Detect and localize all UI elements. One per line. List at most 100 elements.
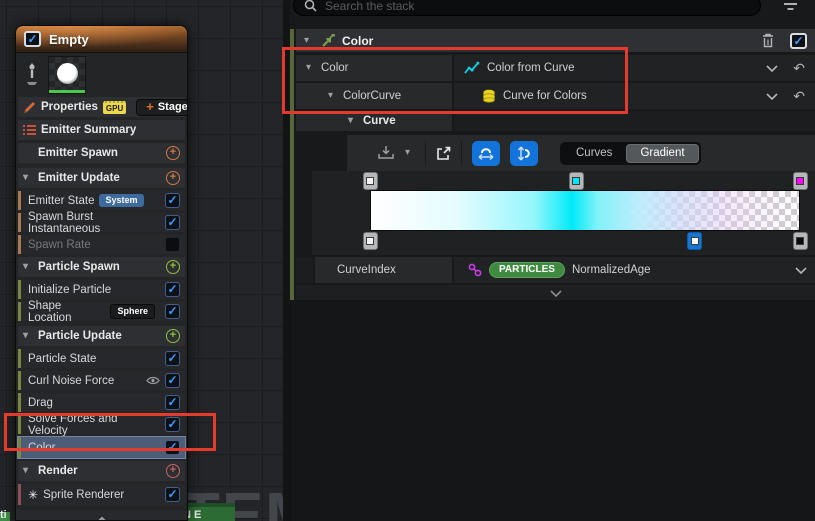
add-stage-button[interactable]: + Stage [136,99,188,116]
emitter-node-header[interactable]: ✓ Empty [16,26,187,53]
search-icon [304,0,317,12]
fit-vertical-button[interactable] [510,141,538,166]
expand-arrow-icon[interactable]: ▾ [23,262,33,272]
search-input[interactable] [323,0,750,14]
template-icon[interactable] [377,145,395,161]
module-enabled-checkbox[interactable]: ✓ [165,193,180,208]
fit-horizontal-button[interactable] [472,141,500,166]
module-enabled-checkbox[interactable]: ✓ [165,304,180,319]
add-module-button[interactable]: + [166,260,180,274]
expand-arrow-icon[interactable]: ▾ [23,331,33,341]
stack-module-emitter-state[interactable]: Emitter State System ✓ [18,191,185,210]
chevron-down-icon[interactable] [766,65,778,72]
stack-group-particle-spawn[interactable]: ▾ Particle Spawn + [18,257,185,277]
gradient-color-stop[interactable] [363,172,378,190]
stack-module-spawn-rate[interactable]: Spawn Rate [18,235,185,254]
gradient-alpha-stop[interactable] [687,232,702,250]
module-enabled-checkbox[interactable]: ✓ [165,282,180,297]
stop-color-swatch [366,237,374,245]
gradient-color-stop[interactable] [569,172,584,190]
stack-row-properties[interactable]: Properties GPU + Stage [18,97,185,117]
annotation-rectangle-color-module [4,413,216,451]
tab-curves[interactable]: Curves [562,144,626,163]
group-color-strip [18,213,21,232]
module-enabled-checkbox[interactable]: ✓ [165,215,180,230]
stack-group-emitter-spawn[interactable]: Emitter Spawn + [18,143,185,163]
emitter-enabled-checkbox[interactable]: ✓ [24,31,41,47]
sprite-preview [57,63,78,84]
module-enabled-checkbox[interactable]: ✓ [165,395,180,410]
add-module-button[interactable]: + [166,329,180,343]
niagara-editor: { "icons": { "triangle_down": "▾", "plus… [0,0,815,521]
module-label: Shape Location [28,300,105,324]
stack-module-particle-state[interactable]: Particle State ✓ [18,349,185,368]
thumbnail-underline [49,90,85,93]
gradient-alpha-stop[interactable] [793,232,808,250]
expand-arrow-icon[interactable]: ▾ [304,36,314,46]
search-box[interactable] [293,0,761,16]
tab-gradient[interactable]: Gradient [626,144,698,163]
group-label: Particle Spawn [38,261,120,273]
module-enabled-checkbox[interactable]: ✓ [165,351,180,366]
curve-view-toggle: Curves Gradient [560,142,701,165]
stack-row-emitter-summary[interactable]: Emitter Summary [18,120,185,140]
stack-module-spawn-burst[interactable]: Spawn Burst Instantaneous ✓ [18,213,185,232]
gradient-bar[interactable] [370,190,800,231]
add-module-button[interactable]: + [166,171,180,185]
reset-icon[interactable]: ↶ [793,89,805,103]
module-label: Curl Noise Force [28,375,114,387]
gradient-color-stop-rail [370,171,800,190]
reset-icon[interactable]: ↶ [793,61,805,75]
stack-entry-enabled-checkbox[interactable]: ✓ [790,33,807,49]
stop-color-swatch [366,177,374,185]
group-label: Particle Update [38,330,122,342]
gradient-alpha-stop[interactable] [363,232,378,250]
stop-color-swatch [796,177,804,185]
linked-input-icon [468,263,482,277]
node-collapse-footer[interactable] [16,510,187,521]
stop-color-swatch [691,237,699,245]
group-label: Emitter Update [38,172,120,184]
template-dropdown-arrow[interactable]: ▾ [405,148,415,158]
group-label: Emitter Spawn [38,147,118,159]
stack-module-drag[interactable]: Drag ✓ [18,393,185,412]
module-disabled-checkbox[interactable] [165,237,180,252]
property-row-curve[interactable]: ▾ Curve [296,111,815,131]
expand-arrow-icon[interactable]: ▾ [23,466,33,476]
group-color-strip [18,371,21,390]
stack-group-render[interactable]: ▾ Render + [18,461,185,481]
expand-arrow-icon[interactable]: ▾ [23,173,33,183]
emitter-preview-row [16,53,187,97]
add-module-button[interactable]: + [166,146,180,160]
scope-badge: System [99,194,143,207]
filter-icon[interactable] [784,3,797,11]
stack-group-emitter-update[interactable]: ▾ Emitter Update + [18,168,185,188]
stack-module-initialize-particle[interactable]: Initialize Particle ✓ [18,280,185,299]
chevron-down-icon[interactable] [795,267,807,274]
module-label: Spawn Burst Instantaneous [28,211,155,235]
gradient-editor [312,171,815,255]
add-renderer-button[interactable]: + [166,464,180,478]
gradient-color-stop[interactable] [793,172,808,190]
properties-icon [23,101,36,114]
visibility-icon[interactable] [146,376,160,385]
emitter-title: Empty [49,32,89,47]
stack-module-sprite-renderer[interactable]: ✳ Sprite Renderer ✓ [18,484,185,505]
stack-entry-expander[interactable] [296,285,815,301]
module-label: Drag [28,397,53,409]
annotation-rectangle-color-rows [282,47,628,114]
shape-badge: Sphere [110,304,155,319]
namespace-badge: PARTICLES [489,262,565,278]
external-link-icon[interactable] [436,146,451,161]
chevron-down-icon[interactable] [766,93,778,100]
material-thumbnail[interactable] [48,56,86,94]
expand-arrow-icon[interactable]: ▾ [348,116,358,126]
property-row-curveindex[interactable]: CurveIndex PARTICLES NormalizedAge [296,257,815,283]
stack-module-curl-noise-force[interactable]: Curl Noise Force ✓ [18,371,185,390]
group-color-strip [18,280,21,299]
stack-group-particle-update[interactable]: ▾ Particle Update + [18,326,185,346]
module-enabled-checkbox[interactable]: ✓ [165,487,180,502]
delete-icon[interactable] [761,33,775,48]
stack-module-shape-location[interactable]: Shape Location Sphere ✓ [18,302,185,321]
module-enabled-checkbox[interactable]: ✓ [165,373,180,388]
